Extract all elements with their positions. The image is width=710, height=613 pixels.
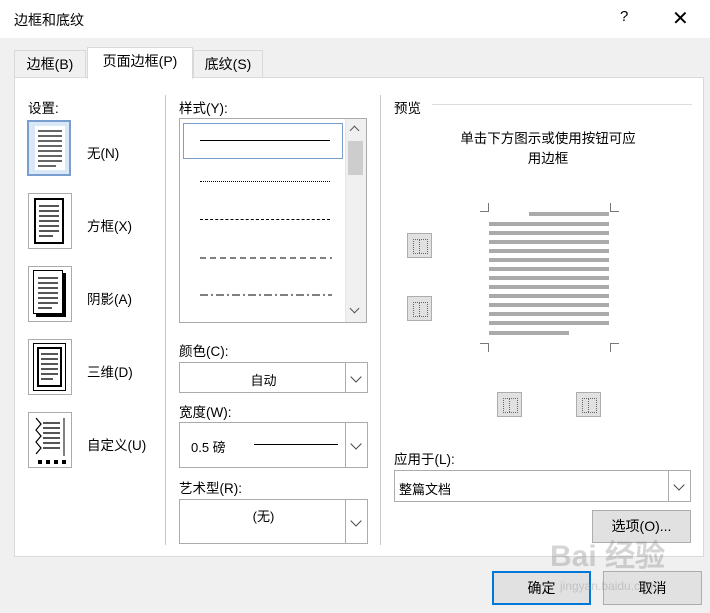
setting-none-icon[interactable]: [27, 120, 71, 176]
color-label: 颜色(C):: [179, 344, 229, 359]
width-dropdown[interactable]: 0.5 磅: [179, 422, 368, 468]
art-value: (无): [252, 509, 275, 524]
preview-hint-line2: 用边框: [527, 151, 569, 166]
preview-hint-line1: 单击下方图示或使用按钮可应: [460, 131, 636, 146]
settings-heading: 设置:: [28, 101, 59, 116]
apply-to-label: 应用于(L):: [394, 452, 455, 467]
dialog-title: 边框和底纹: [14, 12, 84, 28]
style-scrollbar[interactable]: [345, 119, 366, 322]
chevron-down-icon[interactable]: [345, 500, 367, 543]
chevron-down-icon[interactable]: [345, 423, 367, 467]
watermark-text: Bai 经验: [550, 540, 666, 573]
close-button[interactable]: ✕: [672, 6, 689, 31]
chevron-down-icon[interactable]: [668, 471, 690, 501]
divider-right: [380, 95, 381, 545]
setting-shadow-label[interactable]: 阴影(A): [87, 288, 132, 308]
style-heading: 样式(Y):: [179, 101, 228, 116]
tab-shading[interactable]: 底纹(S): [193, 50, 263, 78]
setting-custom-icon[interactable]: [28, 412, 72, 468]
width-value: 0.5 磅: [191, 440, 226, 455]
width-label: 宽度(W):: [179, 405, 232, 420]
setting-none-label[interactable]: 无(N): [87, 142, 119, 162]
art-dropdown[interactable]: (无): [179, 499, 368, 544]
setting-3d-label[interactable]: 三维(D): [87, 361, 133, 381]
scroll-down-icon[interactable]: [349, 303, 360, 314]
color-dropdown[interactable]: 自动: [179, 362, 368, 393]
preview-heading-rule: [432, 104, 692, 105]
help-button[interactable]: ?: [620, 8, 628, 25]
top-border-button[interactable]: [407, 233, 432, 258]
style-selected-item[interactable]: [183, 123, 343, 159]
scroll-thumb[interactable]: [348, 141, 363, 175]
width-line-sample: [254, 444, 338, 445]
preview-page[interactable]: [476, 199, 624, 359]
chevron-down-icon[interactable]: [345, 363, 367, 392]
apply-to-dropdown[interactable]: 整篇文档: [394, 470, 691, 502]
setting-custom-label[interactable]: 自定义(U): [87, 434, 146, 454]
title-bar: [0, 0, 710, 38]
divider-left: [165, 95, 166, 545]
setting-box-icon[interactable]: [28, 193, 72, 249]
preview-heading: 预览: [394, 101, 421, 116]
scroll-up-icon[interactable]: [349, 125, 360, 136]
baidu-watermark: Bai 经验 jingyan.baidu.com: [520, 525, 710, 610]
style-solid-line[interactable]: [200, 140, 330, 141]
tab-borders[interactable]: 边框(B): [14, 50, 86, 78]
right-border-button[interactable]: [576, 392, 601, 417]
watermark-sub: jingyan.baidu.com: [560, 579, 657, 593]
color-value: 自动: [250, 373, 277, 388]
tab-page-border[interactable]: 页面边框(P): [87, 47, 193, 79]
style-dashdot-line[interactable]: [200, 294, 332, 298]
style-dashed-small-line[interactable]: [200, 219, 330, 220]
style-listbox[interactable]: [179, 118, 367, 323]
setting-box-label[interactable]: 方框(X): [87, 215, 132, 235]
style-dashed-line[interactable]: [200, 257, 332, 261]
art-label: 艺术型(R):: [179, 481, 242, 496]
setting-3d-icon[interactable]: [28, 339, 72, 395]
style-dotted-line[interactable]: [200, 181, 330, 182]
bottom-border-button[interactable]: [407, 296, 432, 321]
apply-to-value: 整篇文档: [399, 482, 452, 497]
setting-shadow-icon[interactable]: [28, 266, 72, 322]
left-border-button[interactable]: [497, 392, 522, 417]
